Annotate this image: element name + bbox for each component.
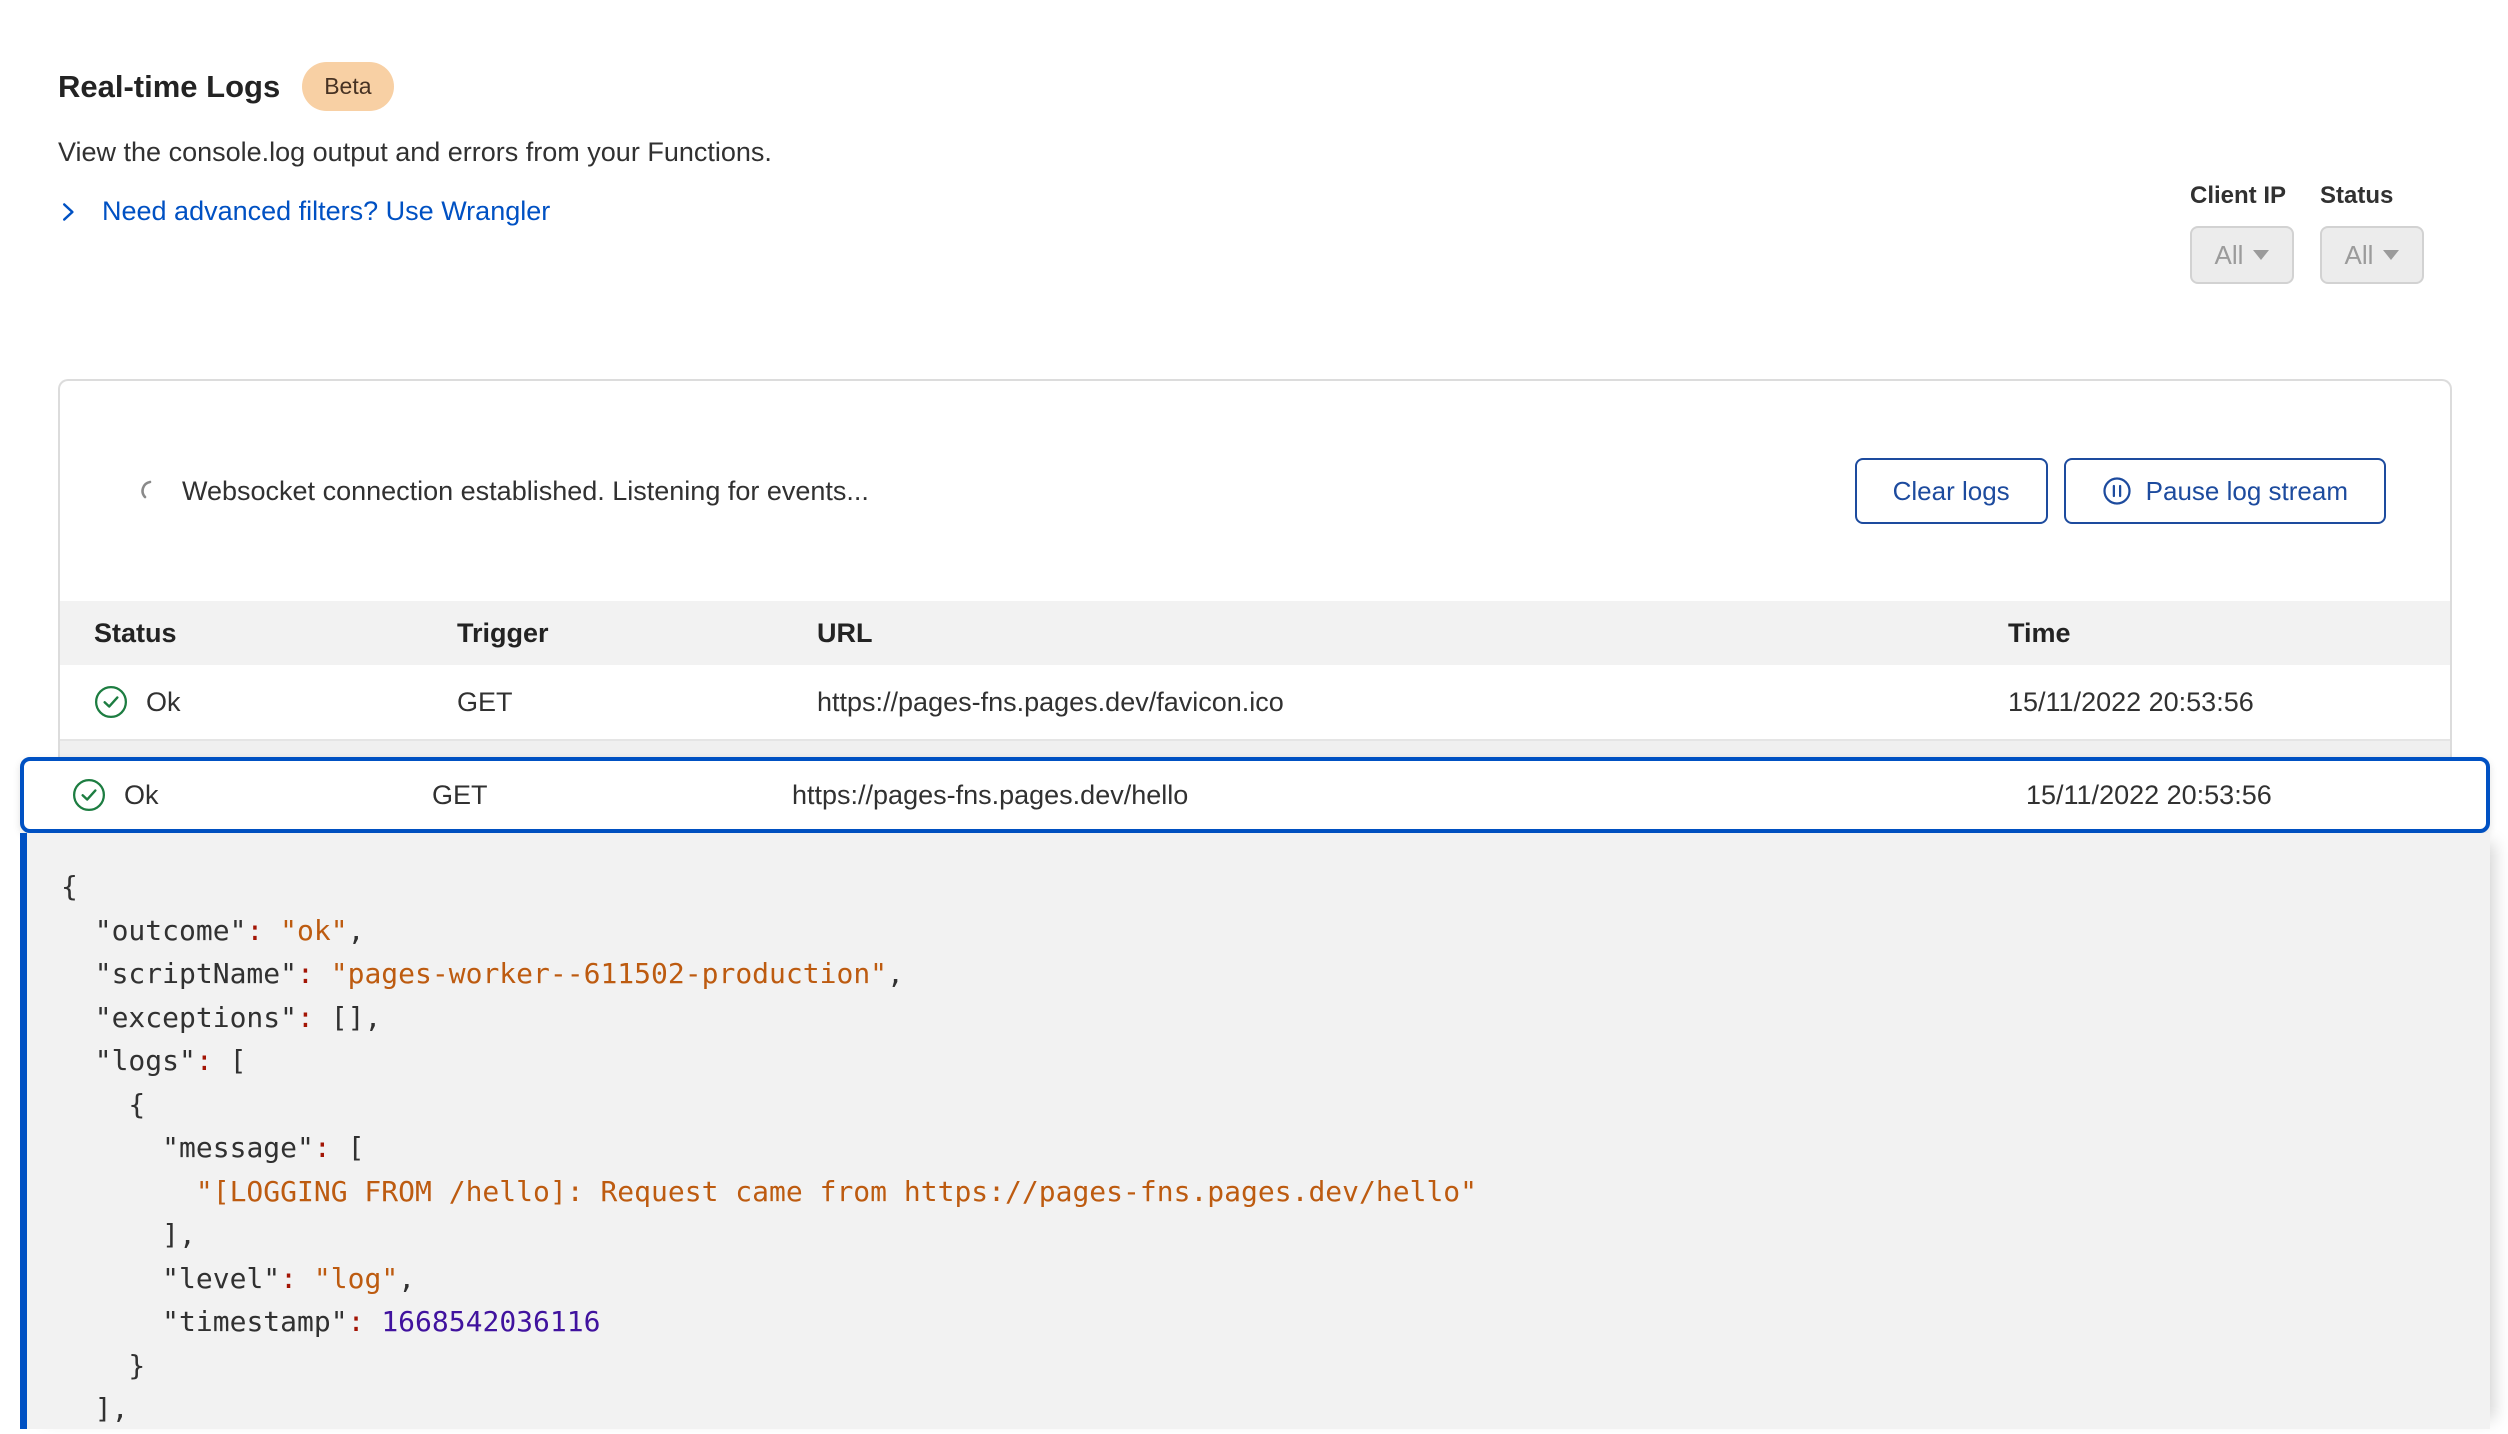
column-header-trigger: Trigger (457, 618, 817, 649)
row-time: 15/11/2022 20:53:56 (2026, 780, 2486, 811)
spinner-icon (140, 479, 164, 503)
log-table-row-selected[interactable]: Ok GET https://pages-fns.pages.dev/hello… (20, 757, 2490, 833)
client-ip-select[interactable]: All (2190, 226, 2294, 284)
advanced-filters-link-text[interactable]: Need advanced filters? Use Wrangler (102, 196, 550, 227)
success-check-icon (94, 685, 128, 719)
column-header-url: URL (817, 618, 2008, 649)
client-ip-filter-group: Client IP All (2190, 182, 2294, 284)
page-header: Real-time Logs Beta View the console.log… (0, 0, 2508, 227)
row-status: Ok (124, 780, 159, 811)
row-time: 15/11/2022 20:53:56 (2008, 687, 2450, 718)
column-header-time: Time (2008, 618, 2450, 649)
log-filters: Client IP All Status All (2190, 182, 2424, 284)
row-status: Ok (146, 687, 181, 718)
status-select[interactable]: All (2320, 226, 2424, 284)
log-table-row[interactable]: Ok GET https://pages-fns.pages.dev/favic… (60, 665, 2450, 739)
status-filter-group: Status All (2320, 182, 2424, 284)
pause-icon (2102, 476, 2132, 506)
expanded-log-entry: Ok GET https://pages-fns.pages.dev/hello… (20, 757, 2490, 1429)
log-table-header: Status Trigger URL Time (60, 601, 2450, 665)
caret-down-icon (2383, 250, 2399, 260)
log-json: { "outcome": "ok", "scriptName": "pages-… (61, 865, 2490, 1429)
page-subtitle: View the console.log output and errors f… (58, 137, 2450, 168)
chevron-right-icon (58, 202, 78, 222)
caret-down-icon (2253, 250, 2269, 260)
row-trigger: GET (457, 687, 817, 718)
client-ip-label: Client IP (2190, 182, 2294, 210)
beta-badge: Beta (302, 62, 393, 111)
page-title: Real-time Logs (58, 69, 280, 105)
column-header-status: Status (94, 618, 457, 649)
row-url: https://pages-fns.pages.dev/favicon.ico (817, 687, 2008, 718)
log-panel: Websocket connection established. Listen… (58, 379, 2452, 757)
log-json-panel: { "outcome": "ok", "scriptName": "pages-… (20, 833, 2490, 1429)
row-url: https://pages-fns.pages.dev/hello (792, 780, 2026, 811)
clear-logs-label: Clear logs (1893, 476, 2010, 507)
websocket-status-bar: Websocket connection established. Listen… (60, 381, 2450, 601)
websocket-status-text: Websocket connection established. Listen… (182, 476, 1855, 507)
partially-covered-row (60, 739, 2450, 757)
advanced-filters-link[interactable]: Need advanced filters? Use Wrangler (58, 196, 2450, 227)
pause-log-stream-button[interactable]: Pause log stream (2064, 458, 2386, 524)
row-trigger: GET (432, 780, 792, 811)
pause-log-stream-label: Pause log stream (2146, 476, 2348, 507)
clear-logs-button[interactable]: Clear logs (1855, 458, 2048, 524)
realtime-logs-page: Real-time Logs Beta View the console.log… (0, 0, 2508, 1434)
success-check-icon (72, 778, 106, 812)
status-filter-label: Status (2320, 182, 2424, 210)
status-filter-value: All (2345, 240, 2374, 271)
client-ip-value: All (2215, 240, 2244, 271)
